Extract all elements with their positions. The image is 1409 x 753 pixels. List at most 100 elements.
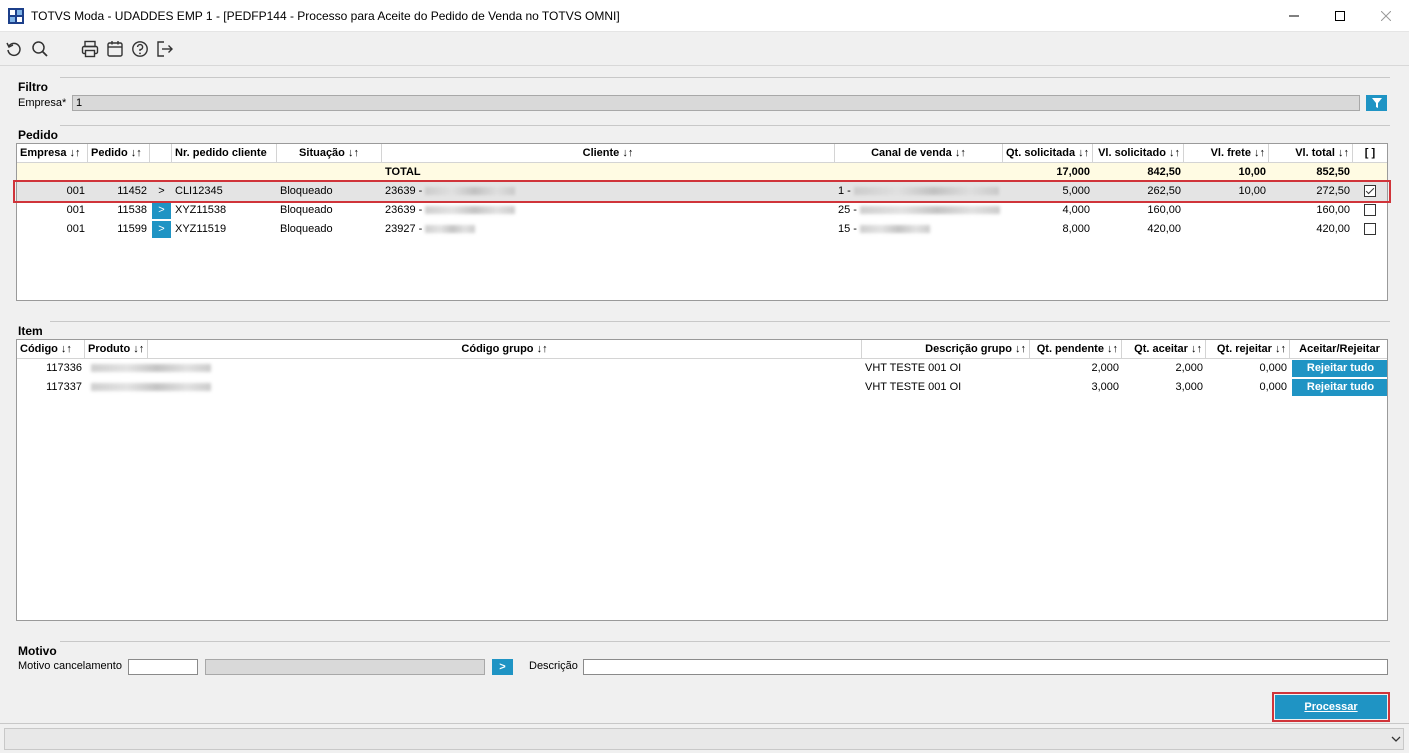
empresa-label: Empresa* bbox=[18, 97, 67, 109]
pedido-cliente-cell: 23927 - bbox=[382, 220, 835, 239]
status-field bbox=[4, 728, 1404, 750]
maximize-icon bbox=[1335, 10, 1345, 21]
item-qt-pendente-cell: 2,000 bbox=[1091, 362, 1119, 374]
col-arrow-header bbox=[150, 144, 172, 163]
toolbar bbox=[0, 32, 1409, 66]
rejeitar-tudo-button[interactable]: Rejeitar tudo bbox=[1292, 360, 1387, 377]
select-all-checkbox[interactable]: [ ] bbox=[1353, 144, 1387, 163]
pedido-vl-solicitado-cell: 420,00 bbox=[1147, 223, 1181, 235]
empresa-field[interactable]: 1 bbox=[72, 95, 1360, 111]
pedido-numero-cell: 11538 bbox=[117, 204, 147, 216]
expand-pedido-button[interactable]: > bbox=[152, 221, 171, 238]
item-descricao-grupo-cell: VHT TESTE 001 OI bbox=[865, 381, 962, 393]
item-qt-rejeitar-cell[interactable]: 0,000 bbox=[1206, 359, 1290, 378]
col-vl-frete-header[interactable]: Vl. frete ↓↑ bbox=[1184, 144, 1269, 163]
redacted-canal-name bbox=[860, 206, 1001, 215]
col-pedido-header[interactable]: Pedido ↓↑ bbox=[88, 144, 150, 163]
col-codigo-header[interactable]: Código ↓↑ bbox=[17, 340, 85, 359]
col-descricao-grupo-header[interactable]: Descrição grupo ↓↑ bbox=[862, 340, 1030, 359]
pedido-nr-cliente-cell: XYZ11538 bbox=[175, 204, 227, 216]
pedido-grid: Empresa ↓↑ Pedido ↓↑ Nr. pedido cliente … bbox=[16, 143, 1388, 301]
col-qt-solicitada-header[interactable]: Qt. solicitada ↓↑ bbox=[1003, 144, 1093, 163]
filter-icon bbox=[1371, 98, 1382, 108]
col-qt-aceitar-header[interactable]: Qt. aceitar ↓↑ bbox=[1122, 340, 1206, 359]
row-checkbox[interactable] bbox=[1364, 204, 1376, 216]
col-qt-pendente-header[interactable]: Qt. pendente ↓↑ bbox=[1030, 340, 1122, 359]
pedido-vl-total-cell: 420,00 bbox=[1316, 223, 1350, 235]
minimize-icon bbox=[1289, 15, 1299, 16]
col-empresa-header[interactable]: Empresa ↓↑ bbox=[17, 144, 88, 163]
col-cliente-header[interactable]: Cliente ↓↑ bbox=[382, 144, 835, 163]
descricao-input[interactable] bbox=[583, 659, 1388, 675]
motivo-section-title: Motivo bbox=[18, 644, 57, 658]
pedido-vl-frete-cell bbox=[1184, 220, 1269, 239]
pedido-row[interactable]: 001 11599 > XYZ11519 Bloqueado 23927 - 1… bbox=[17, 220, 1387, 239]
pedido-nr-cliente-cell: XYZ11519 bbox=[175, 223, 227, 235]
item-qt-aceitar-cell[interactable]: 3,000 bbox=[1122, 378, 1206, 397]
search-icon[interactable] bbox=[31, 40, 49, 58]
pedido-section-title: Pedido bbox=[18, 128, 59, 142]
pedido-situacao-cell: Bloqueado bbox=[280, 204, 333, 216]
window-title: TOTVS Moda - UDADDES EMP 1 - [PEDFP144 -… bbox=[31, 9, 620, 23]
col-situacao-header[interactable]: Situação ↓↑ bbox=[277, 144, 382, 163]
pedido-empresa-cell: 001 bbox=[66, 223, 85, 235]
pedido-situacao-cell: Bloqueado bbox=[280, 223, 333, 235]
col-canal-venda-header[interactable]: Canal de venda ↓↑ bbox=[835, 144, 1003, 163]
print-icon[interactable] bbox=[81, 40, 99, 58]
maximize-button[interactable] bbox=[1317, 0, 1363, 31]
item-row[interactable]: 117336 VHT TESTE 001 OI 2,000 2,000 0,00… bbox=[17, 359, 1387, 378]
processar-highlight bbox=[1272, 692, 1390, 722]
chevron-down-icon[interactable] bbox=[1391, 735, 1401, 743]
col-produto-header[interactable]: Produto ↓↑ bbox=[85, 340, 148, 359]
motivo-cancelamento-description bbox=[205, 659, 485, 675]
pedido-canal-cell: 15 - bbox=[835, 220, 1003, 239]
pedido-qt-solicitada-cell: 4,000 bbox=[1062, 204, 1090, 216]
motivo-divider bbox=[60, 641, 1390, 642]
minimize-button[interactable] bbox=[1271, 0, 1317, 31]
expand-pedido-button[interactable]: > bbox=[152, 202, 171, 219]
close-button[interactable] bbox=[1363, 0, 1409, 31]
col-qt-rejeitar-header[interactable]: Qt. rejeitar ↓↑ bbox=[1206, 340, 1290, 359]
pedido-cliente-cell: 23639 - bbox=[382, 201, 835, 220]
redacted-cliente-name bbox=[425, 206, 516, 215]
item-descricao-grupo-cell: VHT TESTE 001 OI bbox=[865, 362, 962, 374]
item-grid: Código ↓↑ Produto ↓↑ Código grupo ↓↑ Des… bbox=[16, 339, 1388, 621]
pedido-qt-solicitada-cell: 8,000 bbox=[1062, 223, 1090, 235]
title-bar: TOTVS Moda - UDADDES EMP 1 - [PEDFP144 -… bbox=[0, 0, 1409, 32]
redacted-produto bbox=[91, 364, 211, 373]
pedido-numero-cell: 11599 bbox=[117, 223, 147, 235]
app-icon bbox=[8, 8, 24, 24]
col-nr-pedido-cliente-header[interactable]: Nr. pedido cliente bbox=[172, 144, 277, 163]
refresh-icon[interactable] bbox=[5, 40, 23, 58]
row-checkbox[interactable] bbox=[1364, 223, 1376, 235]
item-divider bbox=[50, 321, 1390, 322]
help-icon[interactable] bbox=[131, 40, 149, 58]
item-produto-cell bbox=[85, 378, 862, 397]
pedido-canal-cell: 25 - bbox=[835, 201, 1003, 220]
descricao-label: Descrição bbox=[529, 660, 578, 672]
pedido-row[interactable]: 001 11538 > XYZ11538 Bloqueado 23639 - 2… bbox=[17, 201, 1387, 220]
col-codigo-grupo-header[interactable]: Código grupo ↓↑ bbox=[148, 340, 862, 359]
item-qt-rejeitar-cell[interactable]: 0,000 bbox=[1206, 378, 1290, 397]
main-content: Filtro Empresa* 1 Pedido Empresa ↓↑ Pedi… bbox=[0, 67, 1409, 723]
status-bar bbox=[0, 723, 1409, 753]
item-qt-pendente-cell: 3,000 bbox=[1091, 381, 1119, 393]
pedido-vl-solicitado-cell: 160,00 bbox=[1147, 204, 1181, 216]
pedido-empresa-cell: 001 bbox=[66, 204, 85, 216]
col-vl-total-header[interactable]: Vl. total ↓↑ bbox=[1269, 144, 1353, 163]
redacted-cliente-name bbox=[425, 225, 476, 234]
item-codigo-cell: 117337 bbox=[46, 381, 82, 393]
exit-icon[interactable] bbox=[156, 40, 174, 58]
item-row[interactable]: 117337 VHT TESTE 001 OI 3,000 3,000 0,00… bbox=[17, 378, 1387, 397]
motivo-cancelamento-code-input[interactable] bbox=[128, 659, 198, 675]
redacted-canal-name bbox=[860, 225, 931, 234]
filter-button[interactable] bbox=[1366, 95, 1387, 111]
filtro-section-title: Filtro bbox=[18, 80, 48, 94]
calendar-icon[interactable] bbox=[106, 40, 124, 58]
item-qt-aceitar-cell[interactable]: 2,000 bbox=[1122, 359, 1206, 378]
col-vl-solicitado-header[interactable]: Vl. solicitado ↓↑ bbox=[1093, 144, 1184, 163]
rejeitar-tudo-button[interactable]: Rejeitar tudo bbox=[1292, 379, 1387, 396]
item-grid-header: Código ↓↑ Produto ↓↑ Código grupo ↓↑ Des… bbox=[17, 340, 1387, 359]
pedido-grid-header: Empresa ↓↑ Pedido ↓↑ Nr. pedido cliente … bbox=[17, 144, 1387, 163]
motivo-lookup-button[interactable]: > bbox=[492, 659, 513, 675]
